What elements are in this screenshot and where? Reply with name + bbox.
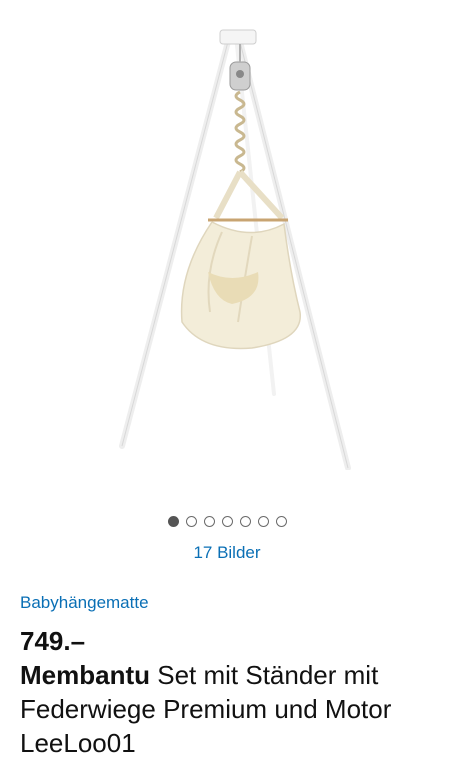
product-title: Membantu Set mit Ständer mit Federwiege … [20, 658, 445, 760]
product-image-gallery[interactable] [0, 0, 454, 500]
product-image[interactable] [112, 22, 356, 470]
category-link[interactable]: Babyhängematte [20, 593, 149, 613]
pagination-dot-1[interactable] [167, 516, 179, 527]
pagination-dot-7[interactable] [275, 516, 287, 527]
pagination-dot-6[interactable] [257, 516, 269, 527]
product-price: 749.– [20, 626, 86, 656]
spring [234, 90, 246, 174]
product-brand: Membantu [20, 660, 150, 690]
pagination-dot-5[interactable] [239, 516, 251, 527]
image-count-link[interactable]: 17 Bilder [0, 543, 454, 563]
pagination-dot-2[interactable] [185, 516, 197, 527]
pagination-dot-4[interactable] [221, 516, 233, 527]
gallery-pagination [0, 516, 454, 527]
pagination-dot-3[interactable] [203, 516, 215, 527]
stand-top-bracket [219, 29, 257, 45]
